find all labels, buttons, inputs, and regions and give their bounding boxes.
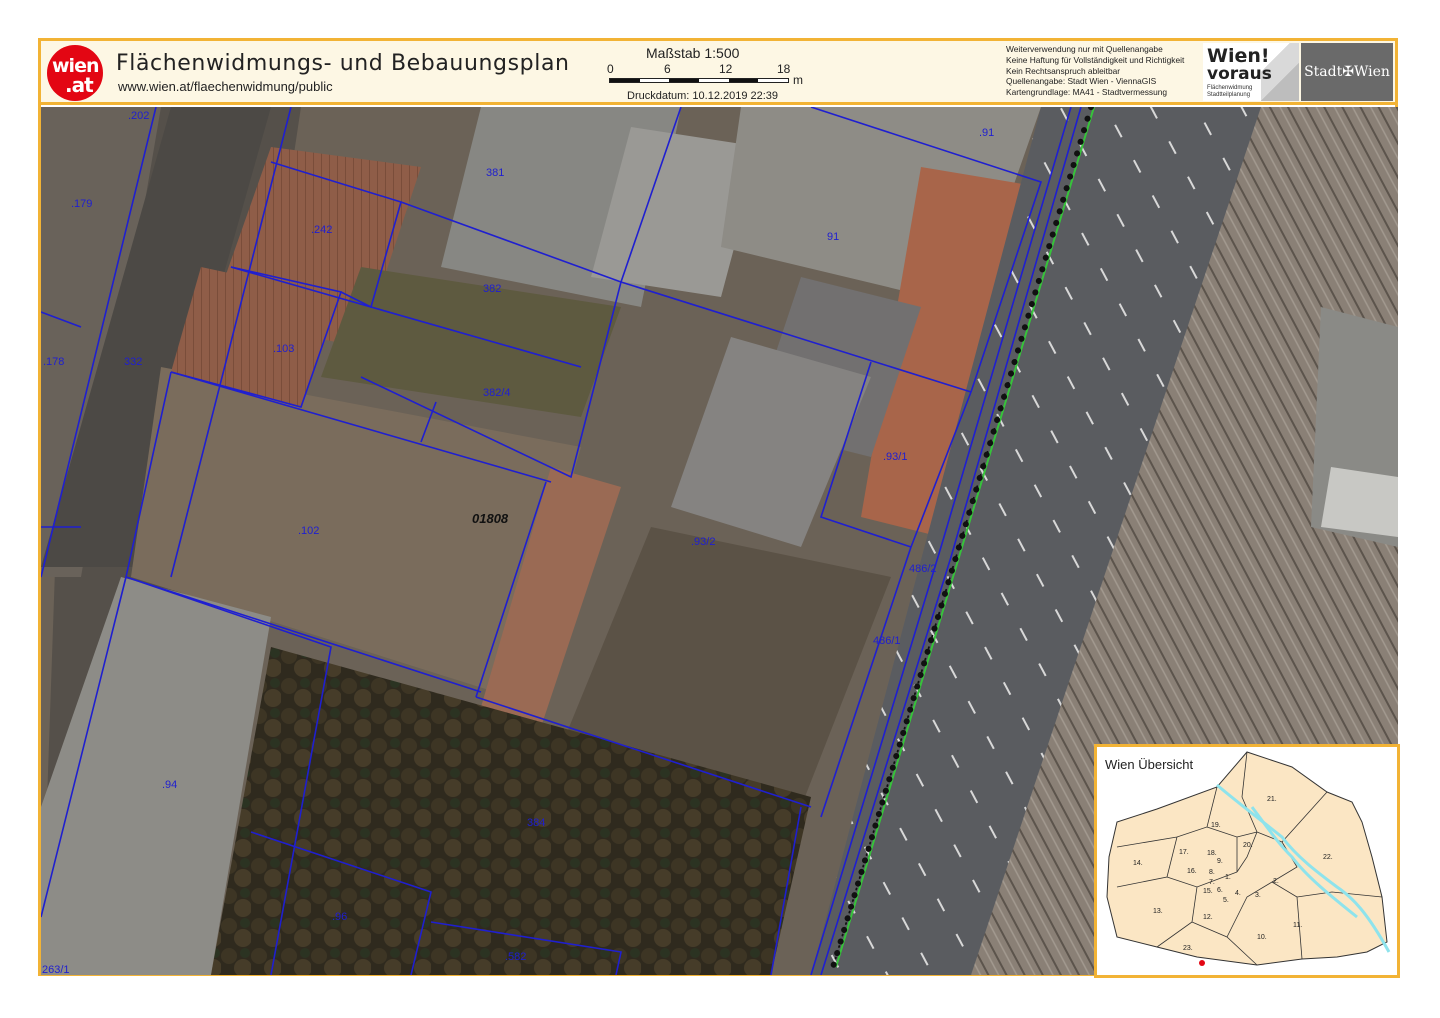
- district-label[interactable]: 1.: [1225, 874, 1231, 881]
- district-label[interactable]: 10.: [1257, 934, 1267, 941]
- parcel-label[interactable]: 384: [527, 817, 545, 829]
- district-label[interactable]: 4.: [1235, 890, 1241, 897]
- disclaimer: Weiterverwendung nur mit Quellenangabe K…: [1006, 44, 1184, 98]
- logo-text-at: .at: [65, 73, 94, 97]
- district-label[interactable]: 5.: [1223, 897, 1229, 904]
- brand-subtitle-line: Flächenwidmung: [1207, 85, 1253, 91]
- district-label[interactable]: 8.: [1209, 869, 1215, 876]
- district-label[interactable]: 20.: [1243, 842, 1253, 849]
- parcel-label[interactable]: .202: [128, 110, 149, 122]
- parcel-label[interactable]: 91: [827, 231, 839, 243]
- disclaimer-line: Quellenangabe: Stadt Wien - ViennaGIS: [1006, 76, 1157, 87]
- vienna-district-map: 21. 19. 20. 18. 17. 9. 22. 14. 16. 8. 1.…: [1106, 751, 1391, 966]
- parcel-label[interactable]: .178: [43, 356, 64, 368]
- district-label[interactable]: 12.: [1203, 914, 1213, 921]
- district-label[interactable]: 21.: [1267, 796, 1277, 803]
- district-label[interactable]: 7.: [1209, 879, 1215, 886]
- brand-subtitle: Flächenwidmung Stadtteilplanung: [1207, 85, 1252, 99]
- print-date: Druckdatum: 10.12.2019 22:39: [627, 90, 779, 102]
- scale-tick-12: 12: [719, 62, 733, 76]
- parcel-label[interactable]: .93/1: [883, 451, 907, 463]
- district-label[interactable]: 3.: [1255, 892, 1261, 899]
- scale-tick-6: 6: [664, 62, 671, 76]
- district-label[interactable]: 11.: [1293, 922, 1302, 929]
- parcel-label[interactable]: .91: [979, 127, 994, 139]
- wien-voraus-logo: Wien! voraus Flächenwidmung Stadtteilpla…: [1203, 43, 1299, 101]
- parcel-label[interactable]: 382/4: [483, 387, 511, 399]
- vienna-overview-inset[interactable]: Wien Übersicht 21. 19. 20. 18. 17. 9. 22…: [1094, 744, 1400, 978]
- brand-subtitle-line: Stadtteilplanung: [1207, 92, 1251, 98]
- district-label[interactable]: 9.: [1217, 858, 1223, 865]
- district-label[interactable]: 15.: [1203, 888, 1213, 895]
- block-number: 01808: [472, 511, 509, 526]
- district-label[interactable]: 13.: [1153, 908, 1163, 915]
- scale-tick-18: 18: [777, 62, 791, 76]
- map-header: wien .at Flächenwidmungs- und Bebauungsp…: [41, 41, 1395, 105]
- district-label[interactable]: 17.: [1179, 849, 1189, 856]
- scale-tick-0: 0: [607, 62, 614, 76]
- disclaimer-line: Keine Haftung für Vollständigkeit und Ri…: [1006, 54, 1185, 65]
- parcel-label[interactable]: 382: [483, 283, 501, 295]
- disclaimer-line: Kein Rechtsanspruch ableitbar: [1006, 65, 1121, 76]
- parcel-label[interactable]: .179: [71, 198, 92, 210]
- scale-title: Maßstab 1:500: [646, 45, 740, 61]
- district-label[interactable]: 22.: [1323, 854, 1333, 861]
- district-label[interactable]: 2.: [1273, 878, 1279, 885]
- district-label[interactable]: 18.: [1207, 850, 1217, 857]
- district-label[interactable]: 6.: [1217, 887, 1223, 894]
- parcel-label[interactable]: .242: [311, 224, 332, 236]
- disclaimer-line: Weiterverwendung nur mit Quellenangabe: [1006, 44, 1163, 54]
- district-label[interactable]: 16.: [1187, 868, 1197, 875]
- disclaimer-line: Kartengrundlage: MA41 - Stadtvermessung: [1006, 87, 1168, 98]
- brand-voraus: voraus: [1207, 64, 1272, 84]
- parcel-label[interactable]: .102: [298, 525, 319, 537]
- parcel-label[interactable]: 263/1: [42, 964, 70, 975]
- parcel-label[interactable]: .93/2: [691, 536, 715, 548]
- parcel-label[interactable]: .103: [273, 343, 294, 355]
- district-label[interactable]: 19.: [1211, 822, 1221, 829]
- scale-bar: [609, 78, 789, 83]
- parcel-label[interactable]: .96: [332, 911, 347, 923]
- parcel-label[interactable]: 332: [124, 356, 142, 368]
- parcel-label[interactable]: .94: [162, 779, 177, 791]
- district-label[interactable]: 14.: [1133, 860, 1143, 867]
- parcel-label[interactable]: 486/2: [909, 563, 937, 575]
- parcel-label[interactable]: 381: [486, 167, 504, 179]
- map-url[interactable]: www.wien.at/flaechenwidmung/public: [118, 79, 333, 94]
- stadt-wien-logo: Stadt✠Wien: [1301, 43, 1393, 101]
- wien-at-logo[interactable]: wien .at: [47, 45, 103, 101]
- map-title: Flächenwidmungs- und Bebauungsplan: [116, 51, 570, 76]
- parcel-label[interactable]: .582: [505, 951, 526, 963]
- district-label[interactable]: 23.: [1183, 945, 1193, 952]
- scale-unit: m: [793, 73, 803, 87]
- parcel-label[interactable]: 486/1: [873, 635, 901, 647]
